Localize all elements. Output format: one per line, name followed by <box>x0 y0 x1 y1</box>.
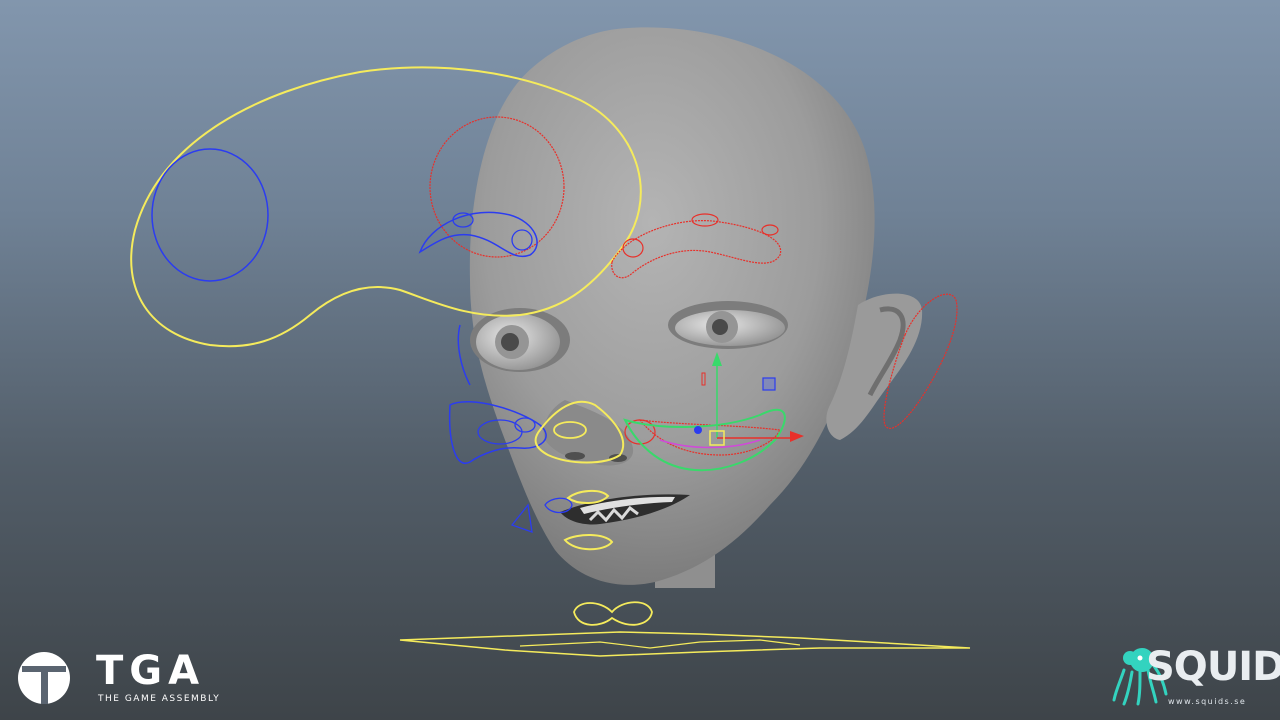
squids-wordmark: SQUIDS <box>1146 644 1280 690</box>
tga-emblem-icon <box>18 652 70 704</box>
global-control-circle[interactable] <box>151 148 269 282</box>
brow-inner-right[interactable] <box>452 212 474 228</box>
plane-handle-blue[interactable] <box>762 377 776 391</box>
pupil-left <box>712 319 728 335</box>
tga-logo: TGA THE GAME ASSEMBLY <box>16 648 226 708</box>
mouth-corner-control-right[interactable] <box>510 503 533 533</box>
tga-wordmark: TGA <box>96 648 206 694</box>
neck-control-curve[interactable] <box>573 601 653 626</box>
pupil-right <box>501 333 519 351</box>
nostril-right <box>565 452 585 460</box>
tga-tagline: THE GAME ASSEMBLY <box>98 694 221 704</box>
viewport-scene[interactable] <box>0 0 1280 720</box>
lid-control-right[interactable] <box>457 324 471 386</box>
maya-viewport[interactable]: TGA THE GAME ASSEMBLY SQUIDS www.squids.… <box>0 0 1280 720</box>
squids-url: www.squids.se <box>1168 697 1247 706</box>
root-ground-detail <box>519 639 801 649</box>
squids-logo: SQUIDS www.squids.se <box>1110 640 1280 715</box>
z-axis-handle[interactable] <box>694 426 702 434</box>
